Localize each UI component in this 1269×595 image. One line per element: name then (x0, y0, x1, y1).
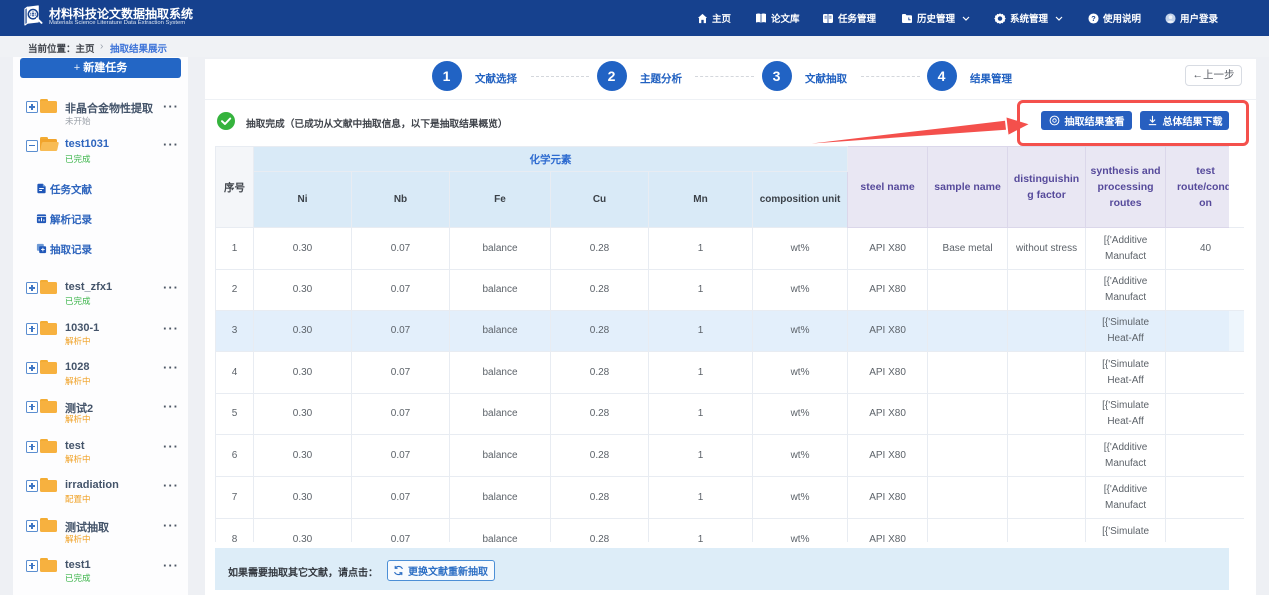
svg-text:Materials Science Literature D: Materials Science Literature Data Extrac… (49, 20, 185, 26)
svg-text:?: ? (1091, 14, 1096, 23)
